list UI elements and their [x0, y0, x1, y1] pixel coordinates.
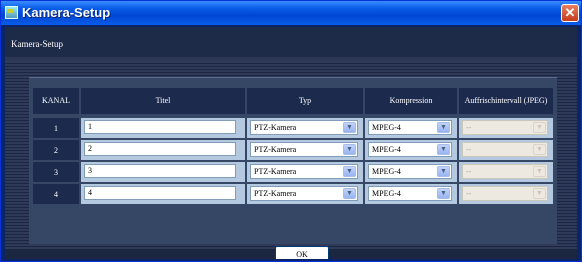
interval-value: -- — [466, 167, 472, 176]
title-cell: 3 — [81, 162, 245, 182]
title-input[interactable]: 4 — [84, 186, 236, 200]
compression-select[interactable]: MPEG-4 ▼ — [368, 120, 452, 135]
refresh-interval-select: -- ▼ — [462, 142, 548, 157]
refresh-interval-select: -- ▼ — [462, 186, 548, 201]
compression-value: MPEG-4 — [372, 189, 401, 198]
interval-cell: -- ▼ — [459, 162, 553, 182]
type-select[interactable]: PTZ-Kamera ▼ — [250, 120, 358, 135]
compression-select[interactable]: MPEG-4 ▼ — [368, 186, 452, 201]
page-title: Kamera-Setup — [11, 39, 63, 49]
interval-value: -- — [466, 189, 472, 198]
type-value: PTZ-Kamera — [254, 167, 297, 176]
camera-settings-panel: KANAL Titel Typ Kompression Auffrischint… — [29, 77, 557, 259]
interval-cell: -- ▼ — [459, 184, 553, 204]
compression-cell: MPEG-4 ▼ — [365, 184, 457, 204]
type-value: PTZ-Kamera — [254, 145, 297, 154]
type-value: PTZ-Kamera — [254, 189, 297, 198]
header-typ: Typ — [247, 88, 363, 114]
title-cell: 4 — [81, 184, 245, 204]
chevron-down-icon: ▼ — [533, 188, 546, 199]
interval-cell: -- ▼ — [459, 140, 553, 160]
interval-cell: -- ▼ — [459, 118, 553, 138]
compression-value: MPEG-4 — [372, 123, 401, 132]
type-select[interactable]: PTZ-Kamera ▼ — [250, 186, 358, 201]
chevron-down-icon[interactable]: ▼ — [343, 166, 356, 177]
chevron-down-icon[interactable]: ▼ — [343, 122, 356, 133]
interval-value: -- — [466, 123, 472, 132]
title-input[interactable]: 2 — [84, 142, 236, 156]
chevron-down-icon: ▼ — [533, 166, 546, 177]
page-header: Kamera-Setup — [5, 27, 577, 57]
title-input[interactable]: 1 — [84, 120, 236, 134]
channel-number: 2 — [33, 140, 79, 160]
close-button[interactable]: ✕ — [561, 4, 579, 22]
channel-number: 4 — [33, 184, 79, 204]
chevron-down-icon[interactable]: ▼ — [343, 188, 356, 199]
title-cell: 2 — [81, 140, 245, 160]
table-row: 4 4 PTZ-Kamera ▼ MPEG-4 ▼ -- ▼ — [29, 184, 557, 204]
title-bar[interactable]: Kamera-Setup ✕ — [1, 1, 581, 25]
chevron-down-icon[interactable]: ▼ — [437, 144, 450, 155]
type-cell: PTZ-Kamera ▼ — [247, 162, 363, 182]
chevron-down-icon[interactable]: ▼ — [437, 122, 450, 133]
interval-value: -- — [466, 145, 472, 154]
ok-button[interactable]: OK — [275, 246, 329, 259]
type-cell: PTZ-Kamera ▼ — [247, 118, 363, 138]
close-icon: ✕ — [564, 5, 576, 20]
chevron-down-icon: ▼ — [533, 122, 546, 133]
compression-value: MPEG-4 — [372, 145, 401, 154]
table-row: 2 2 PTZ-Kamera ▼ MPEG-4 ▼ -- ▼ — [29, 140, 557, 160]
type-cell: PTZ-Kamera ▼ — [247, 184, 363, 204]
type-cell: PTZ-Kamera ▼ — [247, 140, 363, 160]
header-kompression: Kompression — [365, 88, 457, 114]
refresh-interval-select: -- ▼ — [462, 164, 548, 179]
refresh-interval-select: -- ▼ — [462, 120, 548, 135]
header-titel: Titel — [81, 88, 245, 114]
type-value: PTZ-Kamera — [254, 123, 297, 132]
title-input[interactable]: 3 — [84, 164, 236, 178]
compression-cell: MPEG-4 ▼ — [365, 162, 457, 182]
compression-cell: MPEG-4 ▼ — [365, 140, 457, 160]
chevron-down-icon: ▼ — [533, 144, 546, 155]
header-kanal: KANAL — [33, 88, 79, 114]
compression-select[interactable]: MPEG-4 ▼ — [368, 142, 452, 157]
camera-setup-app-icon — [5, 6, 18, 19]
channel-number: 3 — [33, 162, 79, 182]
kamera-setup-window: Kamera-Setup ✕ Kamera-Setup KANAL Titel … — [0, 0, 582, 262]
compression-select[interactable]: MPEG-4 ▼ — [368, 164, 452, 179]
window-title: Kamera-Setup — [22, 5, 111, 20]
channel-number: 1 — [33, 118, 79, 138]
title-cell: 1 — [81, 118, 245, 138]
chevron-down-icon[interactable]: ▼ — [343, 144, 356, 155]
compression-cell: MPEG-4 ▼ — [365, 118, 457, 138]
chevron-down-icon[interactable]: ▼ — [437, 188, 450, 199]
table-row: 1 1 PTZ-Kamera ▼ MPEG-4 ▼ -- ▼ — [29, 118, 557, 138]
compression-value: MPEG-4 — [372, 167, 401, 176]
type-select[interactable]: PTZ-Kamera ▼ — [250, 164, 358, 179]
type-select[interactable]: PTZ-Kamera ▼ — [250, 142, 358, 157]
client-area: Kamera-Setup KANAL Titel Typ Kompression… — [5, 27, 577, 259]
chevron-down-icon[interactable]: ▼ — [437, 166, 450, 177]
table-row: 3 3 PTZ-Kamera ▼ MPEG-4 ▼ -- ▼ — [29, 162, 557, 182]
header-auffrischintervall: Auffrischintervall (JPEG) — [459, 88, 553, 114]
